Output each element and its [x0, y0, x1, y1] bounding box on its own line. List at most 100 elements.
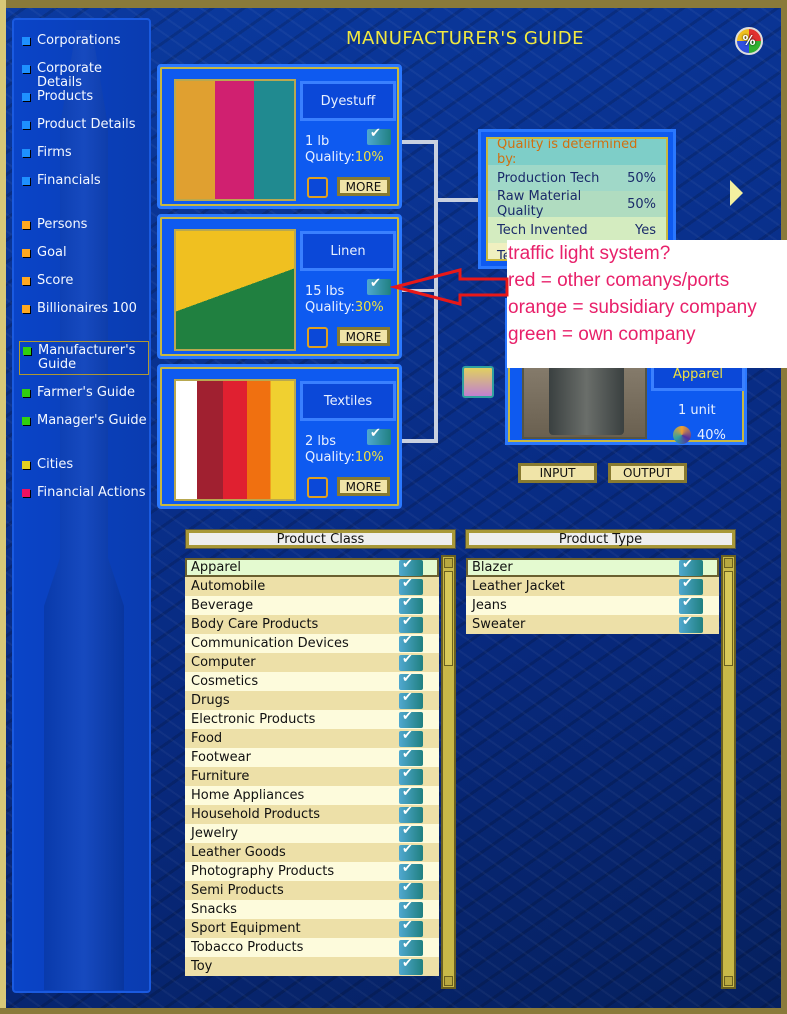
sidebar-item-financials[interactable]: Financials [22, 174, 148, 188]
check-icon [399, 652, 423, 671]
list-item[interactable]: Computer [185, 652, 439, 672]
sidebar-item-score[interactable]: Score [22, 274, 148, 288]
material-button[interactable]: Textiles [300, 381, 396, 421]
bullet-icon [22, 177, 30, 185]
factory-icon[interactable] [462, 366, 494, 398]
list-item[interactable]: Blazer [466, 557, 719, 577]
list-item[interactable]: Tobacco Products [185, 937, 439, 957]
factor-value: 50% [627, 196, 656, 212]
check-icon [399, 899, 423, 918]
factor-value: 50% [627, 170, 656, 186]
sidebar-item-corporate-details[interactable]: Corporate Details [22, 62, 148, 90]
list-item[interactable]: Photography Products [185, 861, 439, 881]
list-item[interactable]: Leather Goods [185, 842, 439, 862]
input-material-panel: Dyestuff 1 lb Quality:10% MORE [157, 64, 402, 209]
sidebar-item-label: Manager's Guide [37, 413, 147, 428]
sidebar-item-label: Manufacturer's Guide [38, 343, 136, 372]
sidebar-item-billionaires-100[interactable]: Billionaires 100 [22, 302, 148, 316]
output-quality: 40% [697, 427, 726, 443]
sidebar-item-product-details[interactable]: Product Details [22, 118, 148, 132]
check-icon [399, 633, 423, 652]
product-class-header[interactable]: Product Class [185, 529, 456, 549]
sidebar-item-goal[interactable]: Goal [22, 246, 148, 260]
quality-heading: Quality is determined by: [488, 139, 666, 167]
list-item[interactable]: Jewelry [185, 823, 439, 843]
material-image [174, 79, 296, 201]
quality-value: 10% [354, 150, 384, 165]
material-amount: 2 lbs [305, 434, 337, 449]
check-icon [399, 918, 423, 937]
list-item[interactable]: Electronic Products [185, 709, 439, 729]
item-label: Sweater [472, 617, 526, 632]
list-item[interactable]: Furniture [185, 766, 439, 786]
item-label: Communication Devices [191, 636, 349, 651]
quality-value: 30% [354, 300, 384, 315]
input-material-panel: Linen 15 lbs Quality:30% MORE [157, 214, 402, 359]
list-item[interactable]: Body Care Products [185, 614, 439, 634]
material-amount: 1 lb [305, 134, 330, 149]
list-item[interactable]: Home Appliances [185, 785, 439, 805]
input-button[interactable]: INPUT [518, 463, 597, 483]
factor-label: Raw Material Quality [497, 189, 582, 219]
quality-label: Quality: [305, 300, 355, 315]
sidebar-item-farmer-s-guide[interactable]: Farmer's Guide [22, 386, 148, 400]
list-item[interactable]: Drugs [185, 690, 439, 710]
product-class-scrollbar[interactable] [441, 555, 456, 989]
list-item[interactable]: Jeans [466, 595, 719, 615]
item-label: Snacks [191, 902, 237, 917]
list-item[interactable]: Toy [185, 956, 439, 976]
list-item[interactable]: Automobile [185, 576, 439, 596]
list-item[interactable]: Semi Products [185, 880, 439, 900]
list-item[interactable]: Snacks [185, 899, 439, 919]
bullet-icon [22, 93, 30, 101]
item-label: Toy [191, 959, 213, 974]
percent-icon[interactable]: % [735, 27, 763, 55]
material-button[interactable]: Dyestuff [300, 81, 396, 121]
item-label: Photography Products [191, 864, 335, 879]
select-source-button[interactable] [307, 327, 328, 348]
check-icon [399, 690, 423, 709]
sidebar-item-firms[interactable]: Firms [22, 146, 148, 160]
list-item[interactable]: Footwear [185, 747, 439, 767]
bullet-icon [22, 489, 30, 497]
select-source-button[interactable] [307, 477, 328, 498]
list-item[interactable]: Cosmetics [185, 671, 439, 691]
more-button[interactable]: MORE [337, 477, 390, 496]
sidebar-item-manufacturer-s-guide[interactable]: Manufacturer's Guide [19, 341, 149, 375]
sidebar-item-manager-s-guide[interactable]: Manager's Guide [22, 414, 148, 428]
product-type-list[interactable]: Blazer Leather Jacket Jeans Sweater [466, 557, 719, 634]
more-button[interactable]: MORE [337, 327, 390, 346]
list-item[interactable]: Beverage [185, 595, 439, 615]
list-item[interactable]: Sport Equipment [185, 918, 439, 938]
list-item[interactable]: Food [185, 728, 439, 748]
item-label: Cosmetics [191, 674, 259, 689]
sidebar-item-label: Cities [37, 457, 74, 472]
sidebar-item-financial-actions[interactable]: Financial Actions [22, 486, 148, 500]
material-button[interactable]: Linen [300, 231, 396, 271]
select-source-button[interactable] [307, 177, 328, 198]
bullet-icon [22, 249, 30, 257]
product-type-header[interactable]: Product Type [465, 529, 736, 549]
sidebar-item-corporations[interactable]: Corporations [22, 34, 148, 48]
product-type-scrollbar[interactable] [721, 555, 736, 989]
output-button[interactable]: OUTPUT [608, 463, 687, 483]
check-icon [399, 766, 423, 785]
bullet-icon [22, 277, 30, 285]
product-class-list[interactable]: Apparel Automobile Beverage Body Care Produ… [185, 557, 439, 976]
more-button[interactable]: MORE [337, 177, 390, 196]
sidebar-item-cities[interactable]: Cities [22, 458, 148, 472]
sidebar-item-products[interactable]: Products [22, 90, 148, 104]
check-icon [399, 576, 423, 595]
item-label: Beverage [191, 598, 254, 613]
list-item[interactable]: Leather Jacket [466, 576, 719, 596]
list-item[interactable]: Apparel [185, 557, 439, 577]
list-item[interactable]: Communication Devices [185, 633, 439, 653]
item-label: Computer [191, 655, 256, 670]
list-item[interactable]: Sweater [466, 614, 719, 634]
check-icon [399, 956, 423, 975]
sidebar-item-persons[interactable]: Persons [22, 218, 148, 232]
window-frame [781, 0, 787, 1014]
list-item[interactable]: Household Products [185, 804, 439, 824]
check-icon [399, 804, 423, 823]
next-arrow-icon[interactable] [730, 180, 743, 206]
